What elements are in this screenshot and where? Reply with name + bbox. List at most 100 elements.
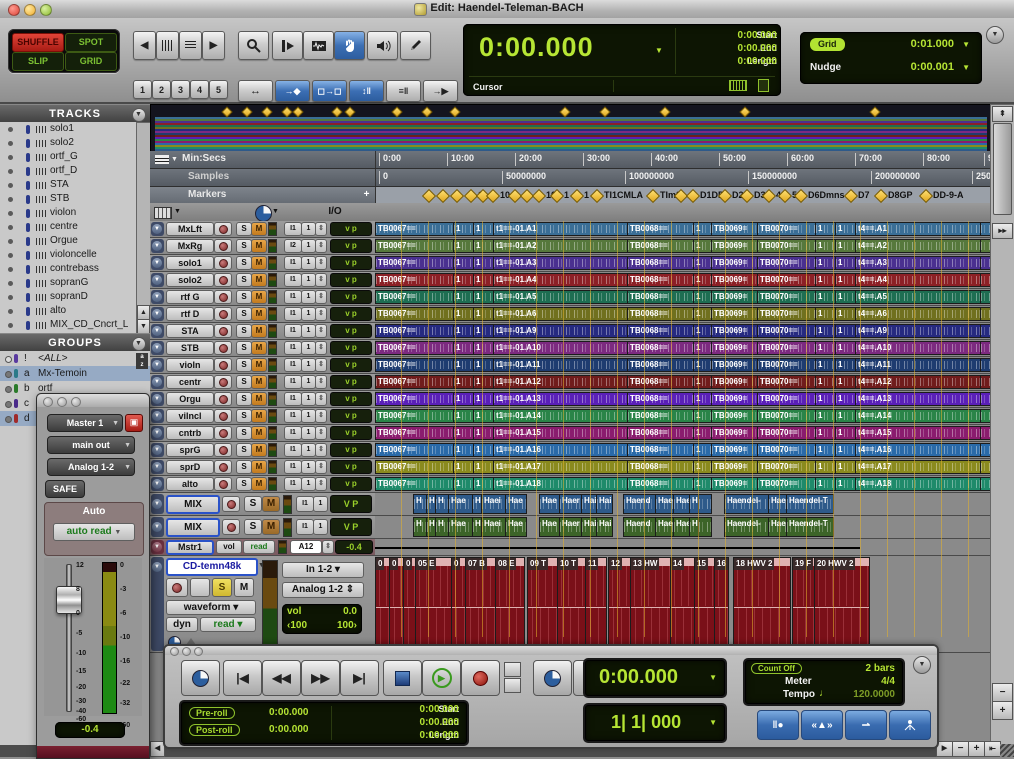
length-value[interactable]: 0:00.000 [420, 730, 459, 741]
link-track-edit-icon[interactable]: ↕‖ [349, 80, 384, 102]
pre-roll-value[interactable]: 0:00.000 [269, 707, 308, 718]
io-expand-icon[interactable]: ⇕ [315, 307, 327, 321]
audio-clip[interactable]: 1 [835, 426, 857, 440]
output-assignment[interactable]: 1 [301, 460, 316, 474]
clip-lane[interactable]: TB0067==11t1==-01.A15TB0068==1TB0069=TB0… [375, 425, 990, 441]
group-item[interactable]: !<ALL> [0, 351, 150, 366]
track-show-dot-icon[interactable] [8, 127, 13, 132]
auto-mode-selector[interactable]: read [243, 540, 275, 554]
audio-clip[interactable]: 1 [815, 239, 837, 253]
mute-button[interactable]: M [251, 256, 267, 270]
audio-clip[interactable]: 1 [815, 409, 837, 423]
mix-clip[interactable]: Haendel-T [786, 494, 834, 514]
audio-clip[interactable]: 1 [473, 341, 495, 355]
go-to-end-button[interactable]: ▶| [340, 660, 379, 696]
audio-clip[interactable]: TB0069= [711, 358, 759, 372]
voice-pan-buttons[interactable]: v p [330, 443, 372, 457]
audio-clip[interactable]: t1==-01.A12 [493, 375, 629, 389]
mute-button[interactable]: M [251, 358, 267, 372]
track-name[interactable]: centr [166, 375, 214, 389]
marker-diamond-icon[interactable] [532, 189, 546, 203]
audio-clip[interactable]: 1 [473, 290, 495, 304]
audio-clip[interactable]: t1==-01.A5 [493, 290, 629, 304]
collapse-arrow-icon[interactable]: ▼ [152, 377, 162, 387]
output-assignment[interactable]: 1 [301, 426, 316, 440]
output-assignment[interactable]: Analog 1-2 ⇕ [282, 582, 364, 598]
length-value[interactable]: 0:00.000 [738, 56, 777, 67]
audio-clip[interactable]: 1 [693, 426, 713, 440]
track-show-dot-icon[interactable] [8, 239, 13, 244]
cd-audio-clip[interactable]: 11 [585, 557, 607, 651]
sidebar-track-item[interactable]: ortf_D [0, 164, 150, 178]
sidebar-track-item[interactable]: solo2 [0, 136, 150, 150]
cd-audio-clip[interactable]: 14 [670, 557, 696, 651]
output-assignment[interactable]: 1 [301, 222, 316, 236]
cd-audio-clip[interactable]: 08 E [495, 557, 525, 651]
view-dropdown-icon[interactable]: ▼ [174, 208, 181, 215]
record-enable-button[interactable] [214, 307, 232, 321]
audio-clip[interactable]: TB0069= [711, 273, 759, 287]
audio-clip[interactable]: TB0067== [375, 443, 455, 457]
audio-clip[interactable]: TB0067== [375, 426, 455, 440]
voice-pan-buttons[interactable]: v p [330, 409, 372, 423]
audio-clip[interactable]: TB0067== [375, 273, 455, 287]
vol-value[interactable]: 0.0 [343, 606, 357, 617]
audio-clip[interactable]: 1 [693, 307, 713, 321]
audio-clip[interactable]: 1 [835, 341, 857, 355]
audio-clip[interactable] [980, 239, 990, 253]
output-track-selector[interactable]: Master 1▼ [47, 414, 123, 432]
collapse-arrow-icon[interactable]: ▼ [152, 462, 162, 472]
meter-value[interactable]: 4/4 [881, 676, 895, 687]
mix-clip[interactable] [698, 494, 712, 514]
sidebar-track-item[interactable]: sopranG [0, 276, 150, 290]
output-assignment[interactable]: 1 [313, 519, 328, 535]
mute-button[interactable]: M [251, 409, 267, 423]
audio-clip[interactable]: TB0067== [375, 358, 455, 372]
audio-clip[interactable]: TB0067== [375, 307, 455, 321]
audio-clip[interactable]: TB0069= [711, 443, 759, 457]
cd-audio-clip[interactable]: 15 [694, 557, 716, 651]
audio-clip[interactable]: t1==-01.A11 [493, 358, 629, 372]
cd-audio-clip[interactable]: 18 HWV 2 [733, 557, 791, 651]
collapse-arrow-icon[interactable]: ▼ [152, 224, 162, 234]
audio-clip[interactable]: TB0068== [627, 409, 695, 423]
zoom-toggle-icon[interactable]: ↔ [238, 80, 273, 102]
trimmer-tool-icon[interactable] [272, 31, 303, 60]
count-off-value[interactable]: 2 bars [866, 663, 895, 674]
audio-clip[interactable]: 1 [453, 477, 475, 491]
voice-pan-buttons[interactable]: v p [330, 290, 372, 304]
track-show-dot-icon[interactable] [8, 183, 13, 188]
midi-merge-button[interactable] [889, 710, 931, 740]
mute-button[interactable]: M [251, 426, 267, 440]
solo-button[interactable]: S [236, 307, 252, 321]
mute-button[interactable]: M [251, 324, 267, 338]
clip-lane[interactable]: HHHHaeHHaeiHaeHaeHaerHaiHaiHaendHaeHaeHH… [375, 516, 990, 538]
collapse-arrow-icon[interactable]: ▼ [152, 522, 162, 532]
solo-button[interactable]: S [236, 358, 252, 372]
group-enable-dot[interactable] [5, 386, 12, 393]
clip-lane[interactable]: TB0067==11t1==-01.A14TB0068==1TB0069=TB0… [375, 408, 990, 424]
audio-clip[interactable]: t1==-01.A9 [493, 324, 629, 338]
io-expand-icon[interactable]: ⇕ [315, 477, 327, 491]
grid-mode-button[interactable]: GRID [65, 52, 117, 71]
audio-clip[interactable]: 1 [473, 409, 495, 423]
ruler-min-secs[interactable]: ▼ Min:Secs 0:0010:0020:0030:0040:0050:00… [150, 151, 990, 169]
cd-audio-clip[interactable]: 19 F [792, 557, 816, 651]
mute-button[interactable]: M [251, 477, 267, 491]
voice-pan-buttons[interactable]: v p [330, 324, 372, 338]
voice-pan-buttons[interactable]: v p [330, 392, 372, 406]
audio-clip[interactable] [980, 290, 990, 304]
audio-clip[interactable]: TB0068== [627, 222, 695, 236]
audio-clip[interactable]: TB0068== [627, 392, 695, 406]
audio-clip[interactable]: 1 [815, 222, 837, 236]
output-assignment[interactable]: 1 [301, 341, 316, 355]
grid-value-label[interactable]: Grid [810, 38, 845, 51]
input-assignment[interactable]: I1 [284, 426, 302, 440]
audio-clip[interactable]: t4==.A10 [855, 341, 982, 355]
track-name[interactable]: cntrb [166, 426, 214, 440]
audio-clip[interactable]: t4==.A16 [855, 443, 982, 457]
marker-diamond-icon[interactable] [590, 189, 604, 203]
mix-clip[interactable]: Haend [623, 494, 657, 514]
audio-clip[interactable]: 1 [693, 443, 713, 457]
output-assignment[interactable]: 1 [301, 358, 316, 372]
